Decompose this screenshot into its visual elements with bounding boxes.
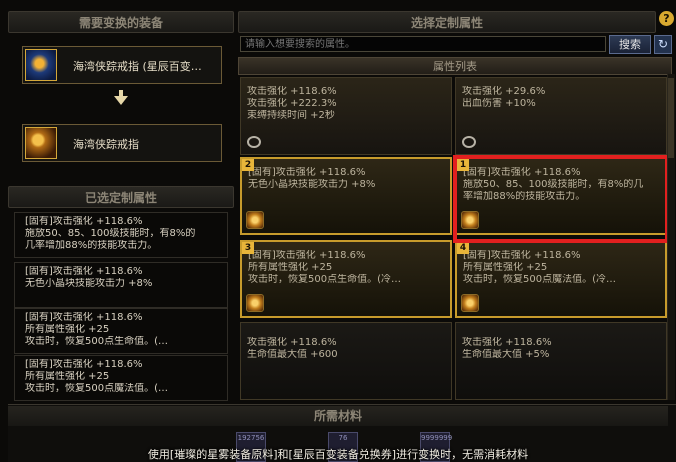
- selected-attribute[interactable]: [固有]攻击强化 +118.6% 施放50、85、100级技能时，有8%的 几率…: [14, 212, 228, 258]
- option-line: 出血伤害 +10%: [462, 98, 536, 109]
- arrow-down-icon: [114, 96, 128, 105]
- selected-line: [固有]攻击强化 +118.6%: [25, 216, 143, 227]
- required-materials-title: 所需材料: [8, 406, 668, 426]
- material-count: 9999999: [421, 434, 453, 442]
- option-line: 所有属性强化 +25: [463, 262, 548, 273]
- selected-line: 所有属性强化 +25: [25, 371, 110, 382]
- selected-line: 攻击时，恢复500点生命值。(…: [25, 336, 168, 347]
- help-icon[interactable]: ?: [659, 11, 674, 26]
- ring-icon: [25, 127, 57, 159]
- attribute-option-selected[interactable]: 1 [固有]攻击强化 +118.6% 施放50、85、100级技能时，有8%的几…: [455, 157, 667, 235]
- target-equipment-slot[interactable]: 海湾侠踪戒指: [22, 124, 222, 162]
- option-line: 束缚持续时间 +2秒: [247, 110, 335, 121]
- attribute-option-selected[interactable]: 3 [固有]攻击强化 +118.6% 所有属性强化 +25 攻击时，恢复500点…: [240, 240, 452, 318]
- left-panel-title: 需要变换的装备: [8, 11, 234, 33]
- selected-line: [固有]攻击强化 +118.6%: [25, 359, 143, 370]
- option-line: 攻击强化 +118.6%: [247, 337, 337, 348]
- ring-icon: [247, 136, 261, 148]
- source-equipment-slot[interactable]: 海湾侠踪戒指 (星辰百变…: [22, 46, 222, 84]
- ring-icon: [246, 211, 264, 229]
- attribute-option[interactable]: 攻击强化 +118.6% 生命值最大值 +600: [240, 322, 452, 400]
- attribute-option[interactable]: 攻击强化 +118.6% 攻击强化 +222.3% 束缚持续时间 +2秒: [240, 77, 452, 155]
- attribute-option[interactable]: 攻击强化 +118.6% 生命值最大值 +5%: [455, 322, 667, 400]
- option-line: 攻击时，恢复500点魔法值。(冷…: [463, 274, 616, 285]
- material-count: 76: [338, 434, 348, 442]
- selected-attribute[interactable]: [固有]攻击强化 +118.6% 所有属性强化 +25 攻击时，恢复500点生命…: [14, 308, 228, 354]
- option-line: [固有]攻击强化 +118.6%: [248, 167, 366, 178]
- selected-line: 无色小晶块技能攻击力 +8%: [25, 278, 153, 289]
- selected-attribute[interactable]: [固有]攻击强化 +118.6% 所有属性强化 +25 攻击时，恢复500点魔法…: [14, 355, 228, 401]
- option-line: [固有]攻击强化 +118.6%: [248, 250, 366, 261]
- option-line: 攻击强化 +118.6%: [247, 86, 337, 97]
- selection-order-badge: 3: [242, 242, 254, 254]
- attribute-option[interactable]: 攻击强化 +29.6% 出血伤害 +10%: [455, 77, 667, 155]
- ring-icon: [461, 211, 479, 229]
- option-line: 生命值最大值 +600: [247, 349, 338, 360]
- option-line: 施放50、85、100级技能时，有8%的几: [463, 179, 644, 190]
- option-line: [固有]攻击强化 +118.6%: [463, 250, 581, 261]
- selected-line: [固有]攻击强化 +118.6%: [25, 312, 143, 323]
- materials-note: 使用[璀璨的星雾装备原料]和[星辰百变装备兑换券]进行变换时，无需消耗材料: [147, 448, 529, 461]
- option-line: 生命值最大值 +5%: [462, 349, 550, 360]
- search-input[interactable]: [240, 36, 606, 52]
- right-panel-title: 选择定制属性: [238, 11, 656, 33]
- option-line: 攻击强化 +29.6%: [462, 86, 546, 97]
- selection-order-badge: 4: [457, 242, 469, 254]
- selection-order-badge: 2: [242, 159, 254, 171]
- option-line: 率增加88%的技能攻击力。: [463, 191, 586, 202]
- selected-line: 施放50、85、100级技能时，有8%的: [25, 228, 196, 239]
- option-line: 攻击强化 +118.6%: [462, 337, 552, 348]
- ring-icon: [461, 294, 479, 312]
- selection-order-badge: 1: [457, 159, 469, 171]
- option-line: 所有属性强化 +25: [248, 262, 333, 273]
- selected-attributes-title: 已选定制属性: [8, 186, 234, 208]
- attribute-list-title: 属性列表: [238, 57, 672, 75]
- attribute-option-selected[interactable]: 4 [固有]攻击强化 +118.6% 所有属性强化 +25 攻击时，恢复500点…: [455, 240, 667, 318]
- selected-line: 攻击时，恢复500点魔法值。(…: [25, 383, 168, 394]
- selected-attribute[interactable]: [固有]攻击强化 +118.6% 无色小晶块技能攻击力 +8%: [14, 262, 228, 308]
- ring-icon: [246, 294, 264, 312]
- ring-icon: [25, 49, 57, 81]
- refresh-icon[interactable]: ↻: [654, 35, 672, 54]
- source-equipment-name: 海湾侠踪戒指 (星辰百变…: [73, 60, 202, 73]
- attribute-option-selected[interactable]: 2 [固有]攻击强化 +118.6% 无色小晶块技能攻击力 +8%: [240, 157, 452, 235]
- option-line: 无色小晶块技能攻击力 +8%: [248, 179, 376, 190]
- option-line: 攻击时，恢复500点生命值。(冷…: [248, 274, 401, 285]
- ring-icon: [462, 136, 476, 148]
- material-count: 192756: [237, 434, 265, 442]
- target-equipment-name: 海湾侠踪戒指: [73, 138, 139, 151]
- selected-line: 所有属性强化 +25: [25, 324, 110, 335]
- selected-line: 几率增加88%的技能攻击力。: [25, 240, 158, 251]
- selected-line: [固有]攻击强化 +118.6%: [25, 266, 143, 277]
- option-line: [固有]攻击强化 +118.6%: [463, 167, 581, 178]
- scrollbar-thumb[interactable]: [668, 78, 674, 158]
- option-line: 攻击强化 +222.3%: [247, 98, 337, 109]
- search-button[interactable]: 搜索: [609, 35, 651, 54]
